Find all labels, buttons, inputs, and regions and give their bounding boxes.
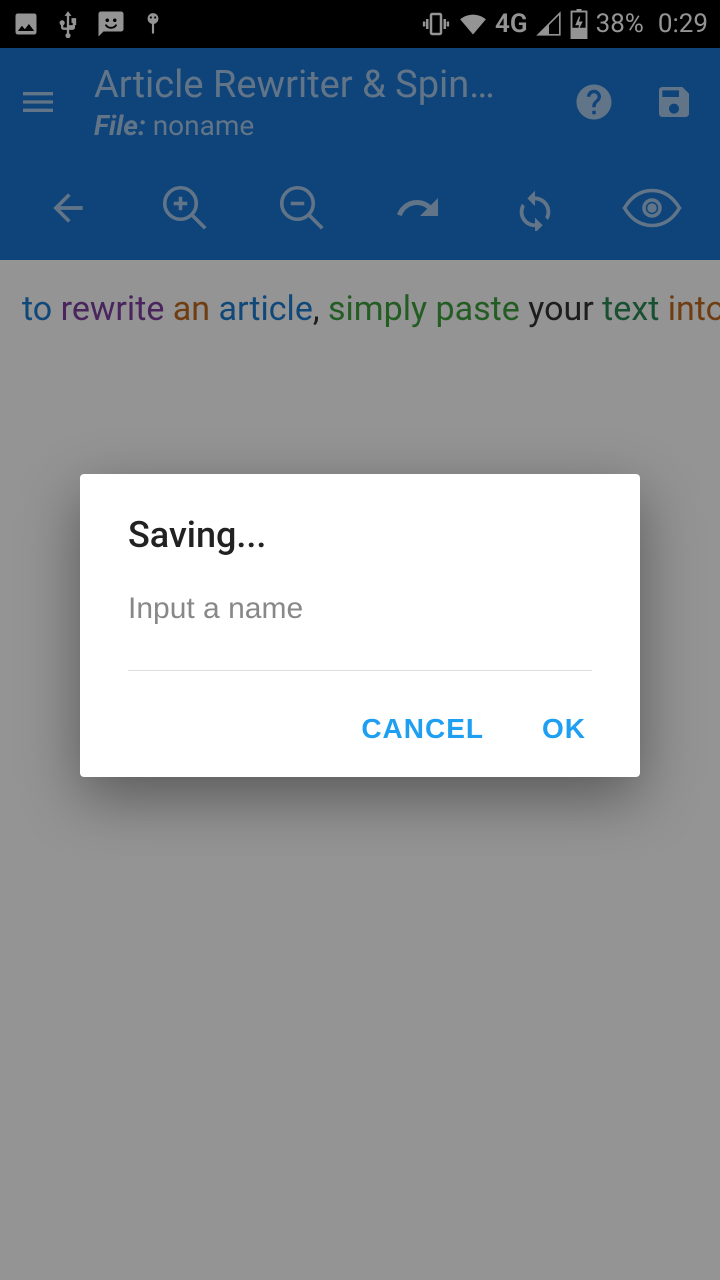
modal-scrim[interactable]: Saving... CANCEL OK bbox=[0, 0, 720, 1280]
cancel-button[interactable]: CANCEL bbox=[361, 713, 484, 745]
save-dialog: Saving... CANCEL OK bbox=[80, 474, 640, 777]
dialog-input-wrap bbox=[128, 592, 592, 671]
ok-button[interactable]: OK bbox=[542, 713, 586, 745]
dialog-title: Saving... bbox=[128, 514, 592, 556]
dialog-actions: CANCEL OK bbox=[128, 713, 592, 749]
filename-input[interactable] bbox=[128, 592, 592, 626]
